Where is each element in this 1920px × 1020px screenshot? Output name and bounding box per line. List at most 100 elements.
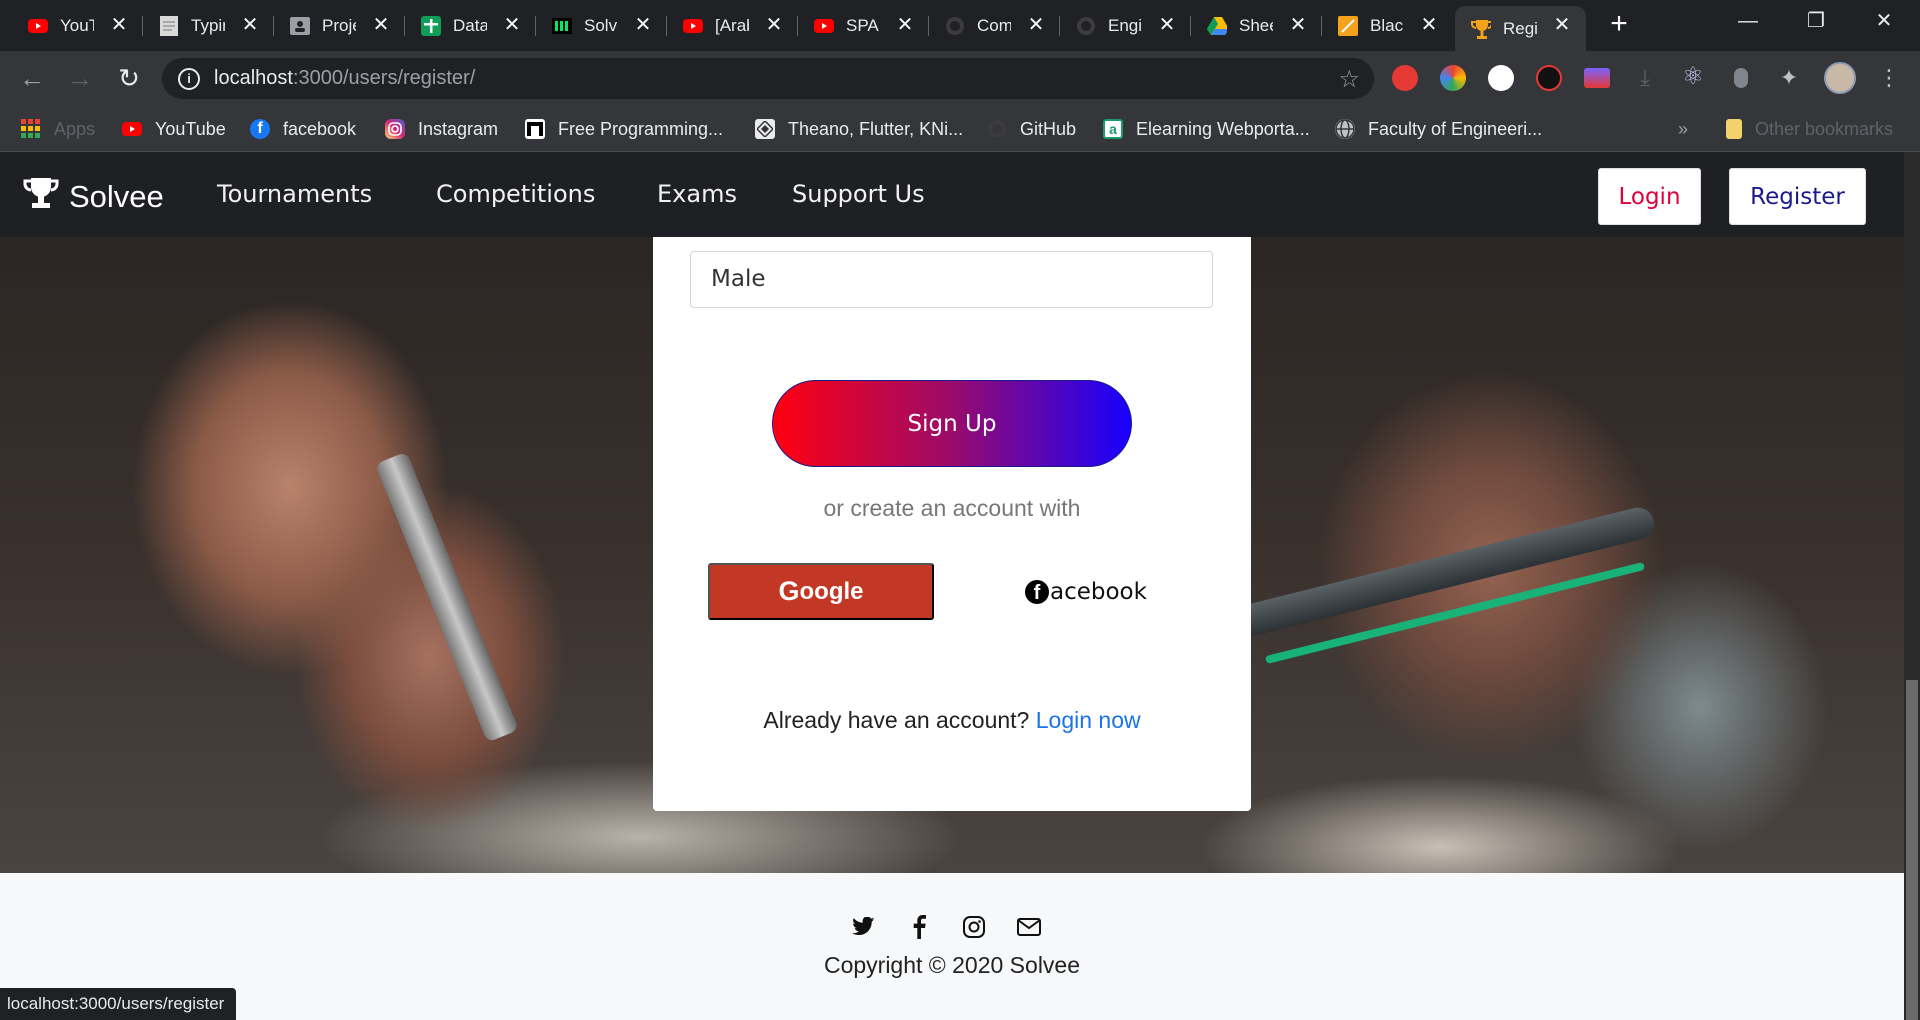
bookmark-label: Elearning Webporta...	[1136, 118, 1310, 139]
browser-tab[interactable]: SPA ✕	[786, 6, 929, 45]
pen-extension-icon[interactable]	[1488, 65, 1514, 91]
close-icon[interactable]: ✕	[893, 13, 917, 37]
ftb-icon	[525, 119, 545, 139]
google-signup-button[interactable]: Google	[708, 563, 934, 620]
bookmark-apps[interactable]: Apps	[21, 117, 95, 141]
signup-button[interactable]: Sign Up	[772, 380, 1132, 467]
tab-title: Regi	[1503, 18, 1537, 38]
browser-tab[interactable]: Engi ✕	[1048, 6, 1191, 45]
react-devtools-extension-icon[interactable]	[1536, 65, 1562, 91]
reload-icon[interactable]: ↻	[112, 62, 146, 96]
instagram-icon[interactable]	[960, 913, 988, 941]
contact-icon	[290, 16, 310, 36]
close-icon[interactable]: ✕	[762, 13, 786, 37]
minimize-icon[interactable]: —	[1716, 0, 1780, 44]
color-picker-extension-icon[interactable]	[1440, 65, 1466, 91]
tab-title: YouTube	[60, 15, 94, 35]
bookmark-youtube[interactable]: YouTube	[122, 117, 226, 141]
nav-tournaments[interactable]: Tournaments	[217, 180, 372, 208]
globe-icon	[1335, 119, 1355, 139]
login-button[interactable]: Login	[1598, 168, 1701, 225]
browser-tab[interactable]: Black ✕	[1310, 6, 1453, 45]
tab-title: Com	[977, 15, 1011, 35]
close-icon[interactable]: ✕	[1155, 13, 1179, 37]
browser-tab[interactable]: Data ✕	[393, 6, 536, 45]
facebook-f-icon[interactable]	[905, 913, 933, 941]
browser-tab[interactable]: [Arabic ✕	[655, 6, 798, 45]
close-icon[interactable]: ✕	[238, 13, 262, 37]
browser-tab-active[interactable]: Regi ✕	[1455, 6, 1586, 51]
back-icon[interactable]: ←	[15, 62, 49, 96]
folder-icon	[1726, 119, 1742, 139]
bookmark-theano[interactable]: Theano, Flutter, KNi...	[755, 117, 963, 141]
browser-tab[interactable]: Projects ✕	[262, 6, 405, 45]
site-info-icon[interactable]: i	[178, 67, 200, 90]
react-icon[interactable]: ⚛	[1680, 65, 1706, 91]
bookmark-label: facebook	[283, 118, 357, 139]
link-status-bubble: localhost:3000/users/register	[0, 988, 237, 1020]
github-icon	[1076, 16, 1096, 36]
nav-exams[interactable]: Exams	[657, 180, 737, 208]
mail-icon[interactable]	[1015, 913, 1043, 941]
browser-tab[interactable]: YouTube ✕	[0, 6, 143, 45]
document-icon	[159, 15, 179, 36]
register-card: Male Sign Up or create an account with G…	[653, 237, 1251, 811]
bookmark-label: Theano, Flutter, KNi...	[788, 118, 964, 139]
extensions-puzzle-icon[interactable]: ✦	[1776, 65, 1802, 91]
adblock-extension-icon[interactable]	[1392, 65, 1418, 91]
bookmarks-overflow-chevron[interactable]: »	[1678, 117, 1688, 141]
browser-tab[interactable]: Solve ✕	[524, 6, 667, 45]
facebook-icon: f	[250, 119, 270, 139]
other-bookmarks[interactable]: Other bookmarks	[1726, 117, 1893, 141]
google-icon: G	[778, 576, 800, 606]
browser-tab-strip: YouTube ✕ Typing ✕ Projects ✕ Data ✕ Sol…	[0, 0, 1920, 51]
register-button[interactable]: Register	[1729, 168, 1866, 225]
login-now-link[interactable]: Login now	[1036, 707, 1141, 733]
new-tab-icon[interactable]: +	[1604, 9, 1634, 40]
address-bar[interactable]: i localhost:3000/users/register/ ☆	[162, 58, 1374, 99]
url-text[interactable]: localhost:3000/users/register/	[214, 67, 475, 90]
other-bookmarks-label: Other bookmarks	[1755, 118, 1894, 139]
close-icon[interactable]: ✕	[107, 13, 131, 37]
bookmark-facebook[interactable]: f facebook	[250, 117, 356, 141]
list-extension-icon[interactable]	[1584, 68, 1610, 88]
profile-avatar[interactable]	[1824, 62, 1856, 94]
bookmark-github[interactable]: GitHub	[987, 117, 1076, 141]
tab-title: Black	[1370, 15, 1404, 35]
bookmark-instagram[interactable]: Instagram	[385, 117, 498, 141]
browser-tab[interactable]: Com ✕	[917, 6, 1060, 45]
close-icon[interactable]: ✕	[1024, 13, 1048, 37]
bookmark-faculty[interactable]: Faculty of Engineeri...	[1335, 117, 1542, 141]
browser-tab[interactable]: Sheet ✕	[1179, 6, 1322, 45]
person-extension-icon[interactable]	[1734, 68, 1748, 88]
scrollbar-thumb[interactable]	[1906, 680, 1918, 1020]
bookmark-label: Apps	[54, 118, 96, 139]
browser-tab[interactable]: Typing ✕	[131, 6, 274, 45]
menu-kebab-icon[interactable]: ⋮	[1876, 65, 1902, 91]
twitter-icon[interactable]	[850, 913, 878, 941]
forward-icon[interactable]: →	[63, 62, 97, 96]
brand-logo[interactable]: Solvee	[23, 176, 164, 218]
nav-support-us[interactable]: Support Us	[792, 180, 925, 208]
close-icon[interactable]: ✕	[1286, 13, 1310, 37]
tab-title: Solve	[584, 15, 618, 35]
nav-competitions[interactable]: Competitions	[436, 180, 595, 208]
tab-title: Data	[453, 15, 487, 35]
close-icon[interactable]: ✕	[1417, 13, 1441, 37]
gender-select[interactable]: Male	[690, 251, 1213, 308]
bookmark-label: Instagram	[418, 118, 499, 139]
close-window-icon[interactable]: ✕	[1852, 0, 1916, 44]
facebook-signup-button[interactable]: f acebook	[1025, 571, 1147, 613]
bookmark-star-icon[interactable]: ☆	[1338, 65, 1360, 94]
bookmark-free-programming[interactable]: Free Programming...	[525, 117, 723, 141]
restore-icon[interactable]: ❐	[1784, 0, 1848, 44]
drive-icon	[1207, 16, 1227, 36]
github-icon	[987, 119, 1007, 139]
close-icon[interactable]: ✕	[500, 13, 524, 37]
close-icon[interactable]: ✕	[1550, 13, 1574, 37]
close-icon[interactable]: ✕	[369, 13, 393, 37]
bookmarks-bar: Apps YouTube f facebook Instagram Free P…	[0, 106, 1920, 152]
download-icon[interactable]: ⤓	[1632, 65, 1658, 91]
bookmark-elearning[interactable]: a Elearning Webporta...	[1103, 117, 1310, 141]
close-icon[interactable]: ✕	[631, 13, 655, 37]
